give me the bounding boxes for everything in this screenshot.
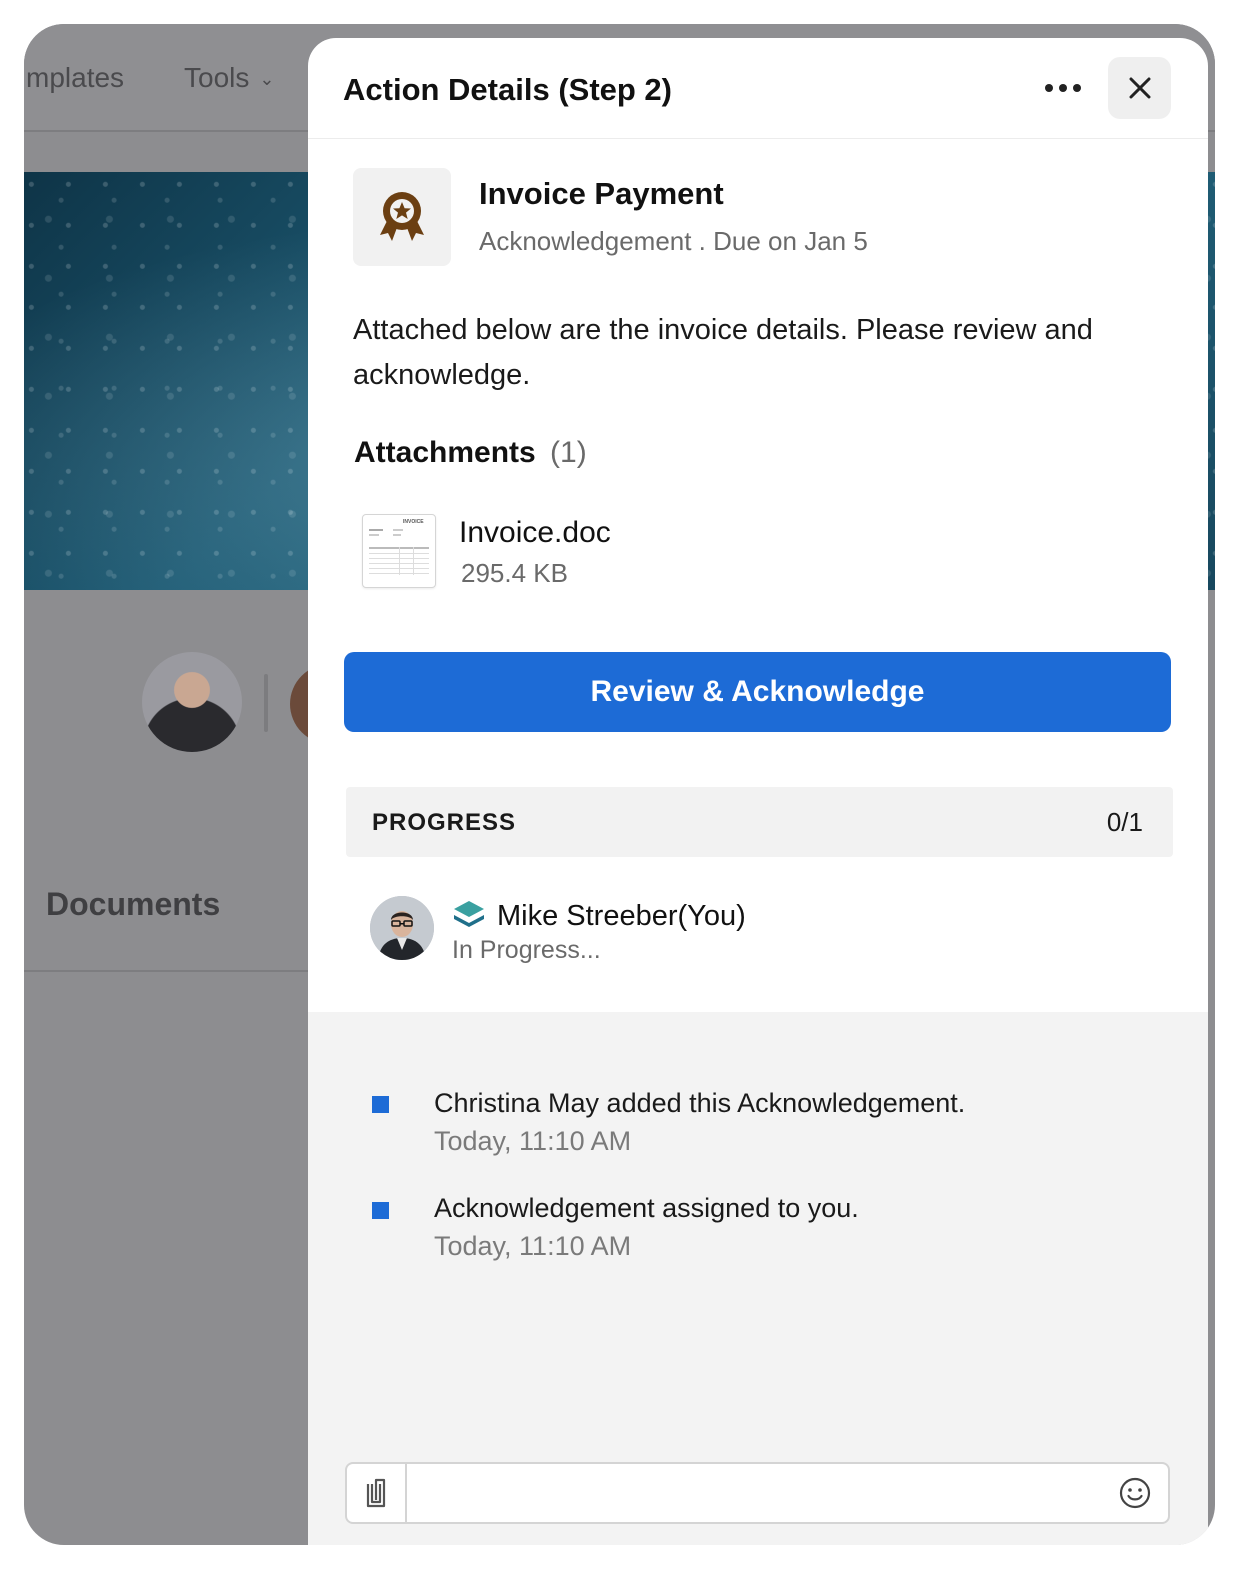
- attachment-thumbnail[interactable]: INVOICE: [362, 514, 436, 588]
- nav-tools[interactable]: Tools ⌄: [184, 62, 274, 94]
- activity-time: Today, 11:10 AM: [434, 1231, 632, 1261]
- activity-bullet-icon: [372, 1096, 389, 1113]
- app-window: mplates Tools ⌄ Documents Action Details …: [24, 24, 1215, 1545]
- review-acknowledge-button[interactable]: Review & Acknowledge: [344, 652, 1171, 732]
- smiley-icon: [1119, 1477, 1151, 1509]
- user-photo-icon: [370, 896, 434, 960]
- more-dot-icon: [1059, 84, 1067, 92]
- close-icon: [1129, 77, 1150, 99]
- more-options-button[interactable]: [1038, 68, 1088, 108]
- assignee-status: In Progress...: [452, 936, 601, 964]
- action-details-panel: Action Details (Step 2) Invoice Payment …: [308, 38, 1208, 1545]
- progress-label: PROGRESS: [372, 809, 517, 836]
- attachments-heading: Attachments (1): [354, 436, 587, 470]
- avatar: [370, 896, 434, 960]
- nav-tools-label: Tools: [184, 62, 250, 93]
- nav-templates[interactable]: mplates: [26, 62, 124, 94]
- background-separator: [264, 674, 268, 732]
- task-title: Invoice Payment: [479, 176, 724, 211]
- background-documents-heading: Documents: [46, 886, 221, 922]
- progress-header: PROGRESS 0/1: [346, 787, 1173, 857]
- comment-input[interactable]: [409, 1470, 1103, 1518]
- activity-bullet-icon: [372, 1202, 389, 1219]
- paperclip-icon: [366, 1478, 386, 1508]
- progress-count: 0/1: [1106, 807, 1143, 837]
- document-thumbnail-icon: INVOICE: [369, 519, 429, 575]
- layers-stack-icon: [452, 900, 486, 935]
- comment-composer: [345, 1462, 1170, 1524]
- background-avatar: [142, 652, 242, 752]
- activity-text: Acknowledgement assigned to you.: [434, 1193, 859, 1223]
- activity-text: Christina May added this Acknowledgement…: [434, 1088, 966, 1118]
- panel-title: Action Details (Step 2): [343, 72, 672, 107]
- attachments-count: (1): [550, 436, 587, 469]
- attachment-file-name[interactable]: Invoice.doc: [459, 516, 611, 550]
- award-ribbon-icon: [380, 192, 424, 241]
- task-description: Attached below are the invoice details. …: [353, 314, 1093, 391]
- chevron-down-icon: ⌄: [259, 69, 275, 90]
- activity-time: Today, 11:10 AM: [434, 1126, 632, 1156]
- close-button[interactable]: [1108, 57, 1171, 119]
- more-dot-icon: [1045, 84, 1053, 92]
- attachment-file-size: 295.4 KB: [461, 558, 568, 588]
- emoji-button[interactable]: [1118, 1476, 1152, 1510]
- assignee-name: Mike Streeber(You): [497, 900, 746, 932]
- background-divider: [24, 970, 314, 972]
- attachments-label: Attachments: [354, 436, 536, 469]
- task-type-icon-box: [353, 168, 451, 266]
- attach-file-button[interactable]: [347, 1464, 407, 1522]
- thumb-label: INVOICE: [403, 519, 424, 525]
- task-subtitle: Acknowledgement . Due on Jan 5: [479, 226, 868, 256]
- more-dot-icon: [1073, 84, 1081, 92]
- panel-header: Action Details (Step 2): [308, 38, 1208, 139]
